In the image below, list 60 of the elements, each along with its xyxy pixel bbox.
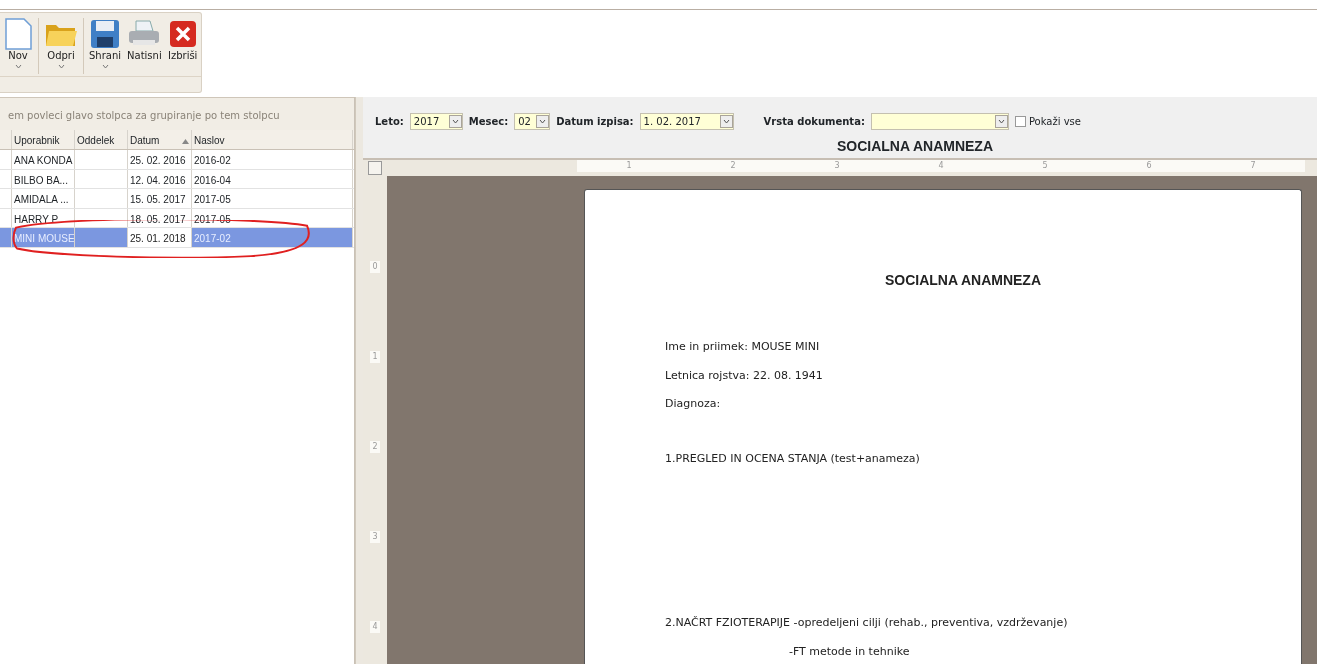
delete-icon xyxy=(167,18,198,50)
ruler-number: 4 xyxy=(938,160,944,172)
ruler-number: 1 xyxy=(626,160,632,172)
page-icon xyxy=(3,18,33,50)
field-label: Leto: xyxy=(375,114,404,129)
table-cell: 2017-05 xyxy=(192,208,353,227)
table-cell: 2016-02 xyxy=(192,150,353,169)
row-indicator[interactable] xyxy=(0,228,12,247)
column-header[interactable]: Datum xyxy=(128,130,192,149)
document-type-dropdown[interactable] xyxy=(870,112,1009,130)
month-dropdown[interactable]: 02 xyxy=(514,112,551,130)
ruler-number: 7 xyxy=(1250,160,1256,172)
checkbox[interactable] xyxy=(1014,115,1026,127)
open-button[interactable]: Odpri xyxy=(41,18,81,72)
table-cell: 15. 05. 2017 xyxy=(128,189,192,208)
date-picker[interactable]: 1. 02. 2017 xyxy=(639,112,734,130)
ruler-number: 1 xyxy=(370,351,380,363)
table-cell: ANA KONDA xyxy=(12,150,75,169)
table-cell: 25. 01. 2018 xyxy=(128,228,192,247)
print-button[interactable]: Natisni xyxy=(124,18,165,62)
document-title: SOCIALNA ANAMNEZA xyxy=(883,271,1043,290)
tab-stop-button[interactable] xyxy=(368,161,382,175)
column-header[interactable]: Uporabnik xyxy=(12,130,75,149)
checkbox-label: Pokaži vse xyxy=(1028,114,1081,129)
splitter-bar[interactable] xyxy=(355,97,363,664)
section-heading: 1.PREGLED IN OCENA STANJA (test+anameza) xyxy=(665,450,921,467)
document-text: Letnica rojstva: 22. 08. 1941 xyxy=(665,367,824,384)
year-dropdown[interactable]: 2017 xyxy=(409,112,463,130)
section-heading: 2.NAČRT FZIOTERAPIJE -opredeljeni cilji (rehab., preventiva, vzdrževanje) xyxy=(665,615,1069,631)
save-button[interactable]: Shrani xyxy=(86,18,125,72)
table-cell: 12. 04. 2016 xyxy=(128,169,192,188)
table-cell: 2017-02 xyxy=(192,228,353,247)
table-cell xyxy=(75,228,128,247)
ruler-number: 4 xyxy=(370,621,380,633)
field-label: Datum izpisa: xyxy=(556,114,634,129)
table-cell: 2017-05 xyxy=(192,189,353,208)
ruler-number: 2 xyxy=(370,441,380,453)
ruler-number: 3 xyxy=(834,160,840,172)
new-button[interactable]: Nov xyxy=(0,18,36,72)
ruler-number: 3 xyxy=(370,531,380,543)
document-page[interactable] xyxy=(584,189,1302,664)
column-header[interactable]: Oddelek xyxy=(75,130,128,149)
field-label: Mesec: xyxy=(468,114,509,129)
document-text: -FT metode in tehnike xyxy=(788,643,911,660)
ruler-number: 5 xyxy=(1042,160,1048,172)
table-cell: AMIDALA ... xyxy=(12,189,75,208)
document-text: Diagnoza: xyxy=(665,396,722,412)
ruler-number: 0 xyxy=(370,261,380,273)
table-cell: 18. 05. 2017 xyxy=(128,208,192,227)
column-header[interactable]: Naslov xyxy=(192,130,353,149)
table-cell: 25. 02. 2016 xyxy=(128,150,192,169)
field-label: Vrsta dokumenta: xyxy=(763,114,865,129)
ruler-number: 6 xyxy=(1146,160,1152,172)
document-text: Ime in priimek: MOUSE MINI xyxy=(665,339,821,355)
ruler-number: 2 xyxy=(730,160,736,172)
delete-button[interactable]: Izbriši xyxy=(164,18,201,62)
document-heading: SOCIALNA ANAMNEZA xyxy=(835,137,995,156)
table-cell: BILBO BA... xyxy=(12,169,75,188)
table-cell: 2016-04 xyxy=(192,169,353,188)
group-hint: em povleci glavo stolpca za grupiranje po tem stolpcu xyxy=(0,97,354,130)
